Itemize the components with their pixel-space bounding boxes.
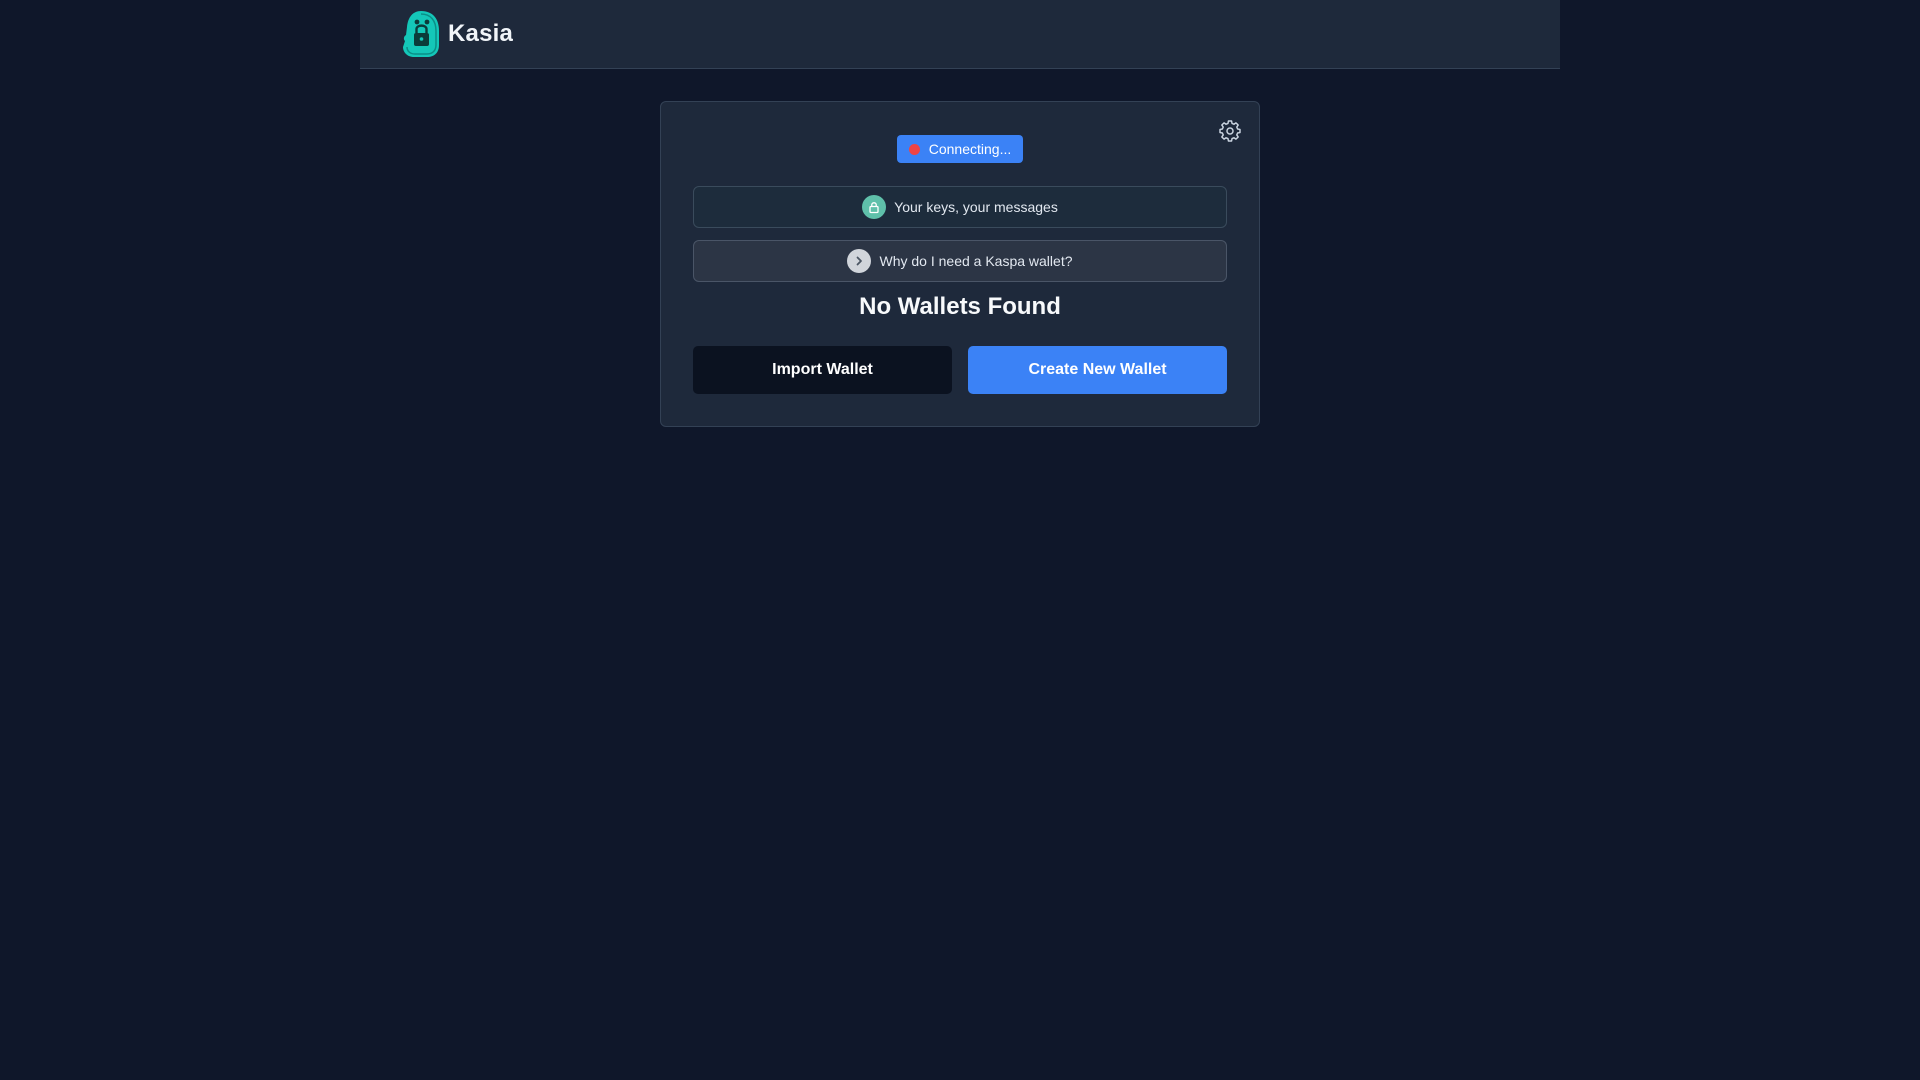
keys-info-banner[interactable]: Your keys, your messages <box>693 186 1227 228</box>
lock-icon <box>862 195 887 219</box>
app-title: Kasia <box>448 20 514 47</box>
chevron-right-icon <box>847 249 872 273</box>
why-wallet-label: Why do I need a Kaspa wallet? <box>879 253 1073 269</box>
ghost-lock-logo-icon[interactable] <box>400 9 442 59</box>
why-wallet-banner[interactable]: Why do I need a Kaspa wallet? <box>693 240 1227 282</box>
import-wallet-button[interactable]: Import Wallet <box>693 346 952 394</box>
keys-info-label: Your keys, your messages <box>894 199 1058 215</box>
connection-status-label: Connecting... <box>928 141 1012 157</box>
connection-status-badge: Connecting... <box>896 135 1024 163</box>
page-title: No Wallets Found <box>859 293 1061 320</box>
gear-icon <box>1219 120 1241 142</box>
settings-button[interactable] <box>1217 118 1243 144</box>
create-wallet-button[interactable]: Create New Wallet <box>968 346 1227 394</box>
status-dot <box>908 143 920 155</box>
wallet-actions: Import Wallet Create New Wallet <box>693 346 1227 394</box>
wallet-card: Connecting... Your keys, your messages W… <box>660 101 1260 427</box>
app-header: Kasia <box>360 0 1560 69</box>
